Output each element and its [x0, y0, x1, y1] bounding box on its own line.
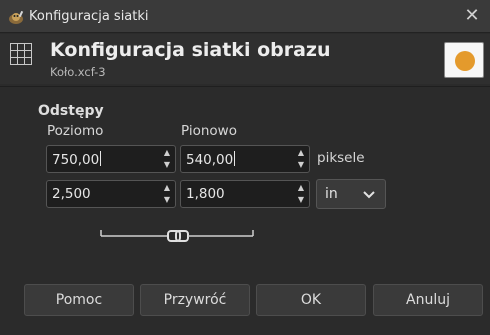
- ok-button[interactable]: OK: [256, 284, 366, 316]
- help-button[interactable]: Pomoc: [24, 284, 134, 316]
- pixels-unit-label: piksele: [317, 150, 365, 166]
- cancel-button[interactable]: Anuluj: [373, 284, 483, 316]
- grid-icon: [10, 43, 32, 65]
- vertical-pixels-field[interactable]: 540,00 ▲ ▼: [180, 145, 310, 173]
- title-bar: Konfiguracja siatki ✕: [0, 0, 490, 33]
- dialog-title: Konfiguracja siatki obrazu: [50, 39, 331, 61]
- reset-button[interactable]: Przywróć: [140, 284, 250, 316]
- window-title: Konfiguracja siatki: [29, 9, 149, 24]
- chevron-down-icon: [363, 191, 375, 199]
- close-icon[interactable]: ✕: [462, 5, 482, 27]
- header-divider: [0, 86, 490, 87]
- decrement-icon[interactable]: ▼: [294, 194, 308, 206]
- vertical-units-field[interactable]: 1,800 ▲ ▼: [180, 180, 310, 208]
- spacing-section-title: Odstępy: [38, 103, 104, 119]
- color-dot: [455, 51, 475, 71]
- horizontal-label: Poziomo: [47, 123, 104, 139]
- horizontal-units-stepper[interactable]: ▲ ▼: [160, 182, 174, 206]
- horizontal-pixels-value: 750,00: [52, 151, 102, 168]
- image-name: Koło.xcf-3: [50, 65, 106, 79]
- unit-dropdown[interactable]: in: [316, 179, 386, 209]
- grid-color-swatch[interactable]: [444, 42, 484, 78]
- dialog-header: Konfiguracja siatki obrazu Koło.xcf-3: [0, 34, 490, 84]
- increment-icon[interactable]: ▲: [160, 182, 174, 194]
- increment-icon[interactable]: ▲: [160, 147, 174, 159]
- horizontal-pixels-field[interactable]: 750,00 ▲ ▼: [46, 145, 176, 173]
- chain-link-icon[interactable]: [100, 226, 260, 242]
- increment-icon[interactable]: ▲: [294, 182, 308, 194]
- gimp-app-icon: [9, 10, 24, 24]
- horizontal-units-field[interactable]: 2,500 ▲ ▼: [46, 180, 176, 208]
- vertical-units-value: 1,800: [186, 186, 225, 202]
- decrement-icon[interactable]: ▼: [294, 159, 308, 171]
- increment-icon[interactable]: ▲: [294, 147, 308, 159]
- horizontal-pixels-stepper[interactable]: ▲ ▼: [160, 147, 174, 171]
- horizontal-units-value: 2,500: [52, 186, 91, 202]
- unit-dropdown-value: in: [325, 186, 338, 202]
- vertical-label: Pionowo: [181, 123, 237, 139]
- decrement-icon[interactable]: ▼: [160, 159, 174, 171]
- vertical-units-stepper[interactable]: ▲ ▼: [294, 182, 308, 206]
- vertical-pixels-value: 540,00: [186, 151, 236, 168]
- decrement-icon[interactable]: ▼: [160, 194, 174, 206]
- vertical-pixels-stepper[interactable]: ▲ ▼: [294, 147, 308, 171]
